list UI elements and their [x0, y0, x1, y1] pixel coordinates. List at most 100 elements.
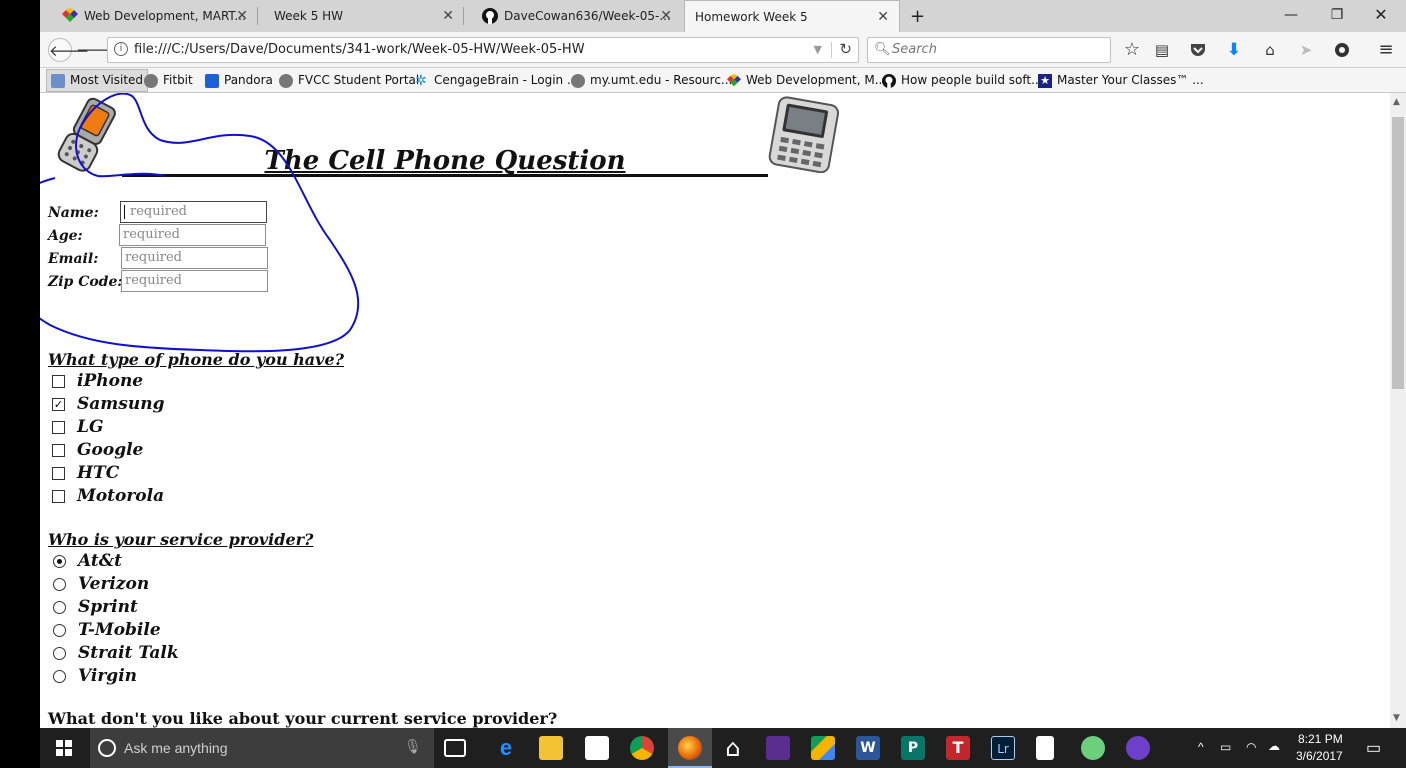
close-icon[interactable]: ✕	[877, 9, 889, 25]
chrome-icon[interactable]	[630, 736, 654, 760]
virgin-radio[interactable]	[53, 670, 66, 683]
tab-strip: Web Development, MART... ✕ Week 5 HW ✕ D…	[40, 0, 1406, 32]
tab-week-5-hw[interactable]: Week 5 HW ✕	[258, 0, 464, 32]
navigation-toolbar: 🡐 🡒 i file:///C:/Users/Dave/Documents/34…	[40, 32, 1406, 68]
publisher-icon[interactable]: P	[901, 736, 925, 760]
notifications-icon[interactable]: ▭	[1366, 738, 1381, 758]
vertical-scrollbar[interactable]: ▲ ▼	[1390, 93, 1406, 728]
wifi-icon[interactable]: ◠	[1246, 740, 1256, 754]
att-radio[interactable]	[53, 555, 66, 568]
plus-icon: +	[910, 5, 926, 27]
word-icon[interactable]: W	[856, 736, 880, 760]
bookmark-umt[interactable]: my.umt.edu - Resourc...	[571, 68, 732, 93]
t-mobile-radio[interactable]	[53, 624, 66, 637]
sprint-radio[interactable]	[53, 601, 66, 614]
bookmark-fitbit[interactable]: Fitbit	[144, 68, 193, 93]
t-app-icon[interactable]: T	[946, 736, 970, 760]
windows-start-icon[interactable]	[56, 740, 72, 756]
home-icon[interactable]: ⌂	[1258, 38, 1282, 62]
edge-icon[interactable]: e	[494, 736, 518, 760]
bookmark-web-development[interactable]: Web Development, M...	[727, 68, 886, 93]
scroll-up-icon[interactable]: ▲	[1393, 97, 1400, 107]
store-icon[interactable]	[585, 736, 609, 760]
search-box[interactable]: 🔍︎ Search	[867, 37, 1111, 63]
lightroom-icon[interactable]: Lr	[991, 736, 1015, 760]
motorola-checkbox[interactable]	[52, 490, 65, 503]
home-app-icon[interactable]: ⌂	[721, 736, 745, 760]
most-visited-icon	[51, 73, 65, 88]
cengage-icon: ✲	[415, 72, 427, 89]
back-button[interactable]: 🡐	[48, 38, 89, 62]
star-icon[interactable]: ☆	[1120, 38, 1144, 62]
tab-github-repo[interactable]: DaveCowan636/Week-05-... ✕	[474, 0, 682, 32]
htc-checkbox[interactable]	[52, 467, 65, 480]
bookmark-github[interactable]: How people build soft...	[882, 68, 1043, 93]
tab-homework-week-5[interactable]: Homework Week 5 ✕	[684, 0, 900, 32]
multicolor-diamond-icon	[62, 8, 78, 22]
restore-button[interactable]: ❐	[1314, 0, 1360, 30]
bookmark-cengage[interactable]: ✲ CengageBrain - Login ...	[415, 68, 578, 93]
document-icon[interactable]	[1036, 736, 1054, 760]
atom-icon[interactable]	[1081, 736, 1105, 760]
star-badge-icon: ★	[1038, 73, 1052, 88]
radio-dot	[57, 559, 62, 564]
url-text: file:///C:/Users/Dave/Documents/341-work…	[134, 42, 585, 57]
send-icon[interactable]: ➤	[1294, 38, 1318, 62]
window-close-button[interactable]: ✕	[1358, 0, 1404, 30]
mail-icon[interactable]	[766, 736, 790, 760]
chevron-down-icon[interactable]: ▼	[814, 43, 822, 56]
url-bar[interactable]: i file:///C:/Users/Dave/Documents/341-wo…	[107, 37, 859, 63]
bookmark-fvcc[interactable]: FVCC Student Portal	[279, 68, 419, 93]
close-icon[interactable]: ✕	[236, 8, 248, 24]
battery-icon[interactable]: ▭	[1220, 740, 1231, 754]
info-icon[interactable]: i	[114, 42, 128, 56]
bookmarks-toolbar: Most Visited Fitbit Pandora FVCC Student…	[40, 68, 1406, 93]
onedrive-icon[interactable]: ☁	[1268, 739, 1280, 753]
scrollbar-thumb[interactable]	[1392, 117, 1404, 389]
bookmark-label: How people build soft...	[901, 73, 1043, 87]
t-mobile-option-label: T-Mobile	[78, 620, 161, 640]
reload-icon[interactable]: ↻	[839, 40, 852, 58]
page-content: The Cell Phone Question Name: required A…	[40, 93, 1390, 728]
motorola-option-label: Motorola	[77, 486, 165, 506]
clock-date[interactable]: 3/6/2017	[1296, 749, 1343, 763]
strait-talk-radio[interactable]	[53, 647, 66, 660]
reading-list-icon[interactable]: ▤	[1150, 38, 1174, 62]
sync-icon[interactable]	[1330, 38, 1354, 62]
search-icon: 🔍︎	[874, 42, 891, 57]
hamburger-menu-icon[interactable]: ≡	[1374, 38, 1398, 62]
cortana-search-box[interactable]: Ask me anything 🎙︎	[90, 728, 434, 768]
tab-separator	[463, 7, 464, 25]
globe-icon	[144, 73, 158, 88]
microphone-icon[interactable]: 🎙︎	[404, 739, 422, 755]
bookmark-label: CengageBrain - Login ...	[434, 73, 579, 87]
url-separator	[831, 42, 832, 58]
close-icon[interactable]: ✕	[442, 8, 454, 24]
forward-button[interactable]: 🡒	[76, 38, 116, 62]
bookmark-master-classes[interactable]: ★ Master Your Classes™ ...	[1038, 68, 1204, 93]
scroll-down-icon[interactable]: ▼	[1393, 713, 1400, 723]
bookmark-label: Master Your Classes™ ...	[1057, 73, 1204, 87]
bookmark-pandora[interactable]: Pandora	[205, 68, 273, 93]
github-desktop-icon[interactable]	[1126, 736, 1150, 760]
pocket-icon[interactable]	[1186, 38, 1210, 62]
minimize-button[interactable]: —	[1268, 0, 1314, 30]
browser-window: Web Development, MART... ✕ Week 5 HW ✕ D…	[40, 0, 1406, 768]
firefox-icon	[678, 736, 702, 760]
download-icon[interactable]: ⬇	[1222, 38, 1246, 62]
hand-drawn-annotation	[40, 93, 360, 353]
task-view-icon[interactable]	[444, 739, 466, 757]
clock-time[interactable]: 8:21 PM	[1298, 732, 1343, 746]
tab-title: Homework Week 5	[695, 9, 808, 24]
globe-icon	[571, 73, 585, 88]
verizon-radio[interactable]	[53, 578, 66, 591]
chevron-up-icon[interactable]: ^	[1198, 740, 1204, 754]
firefox-taskbar-button[interactable]	[668, 728, 712, 768]
smartphone-image	[768, 96, 840, 173]
file-explorer-icon[interactable]	[539, 736, 563, 760]
new-tab-button[interactable]: +	[902, 0, 930, 32]
tab-web-development[interactable]: Web Development, MART... ✕	[54, 0, 258, 32]
close-icon[interactable]: ✕	[660, 8, 672, 24]
bookmark-most-visited[interactable]: Most Visited	[46, 69, 149, 92]
google-drive-icon[interactable]	[811, 736, 835, 760]
